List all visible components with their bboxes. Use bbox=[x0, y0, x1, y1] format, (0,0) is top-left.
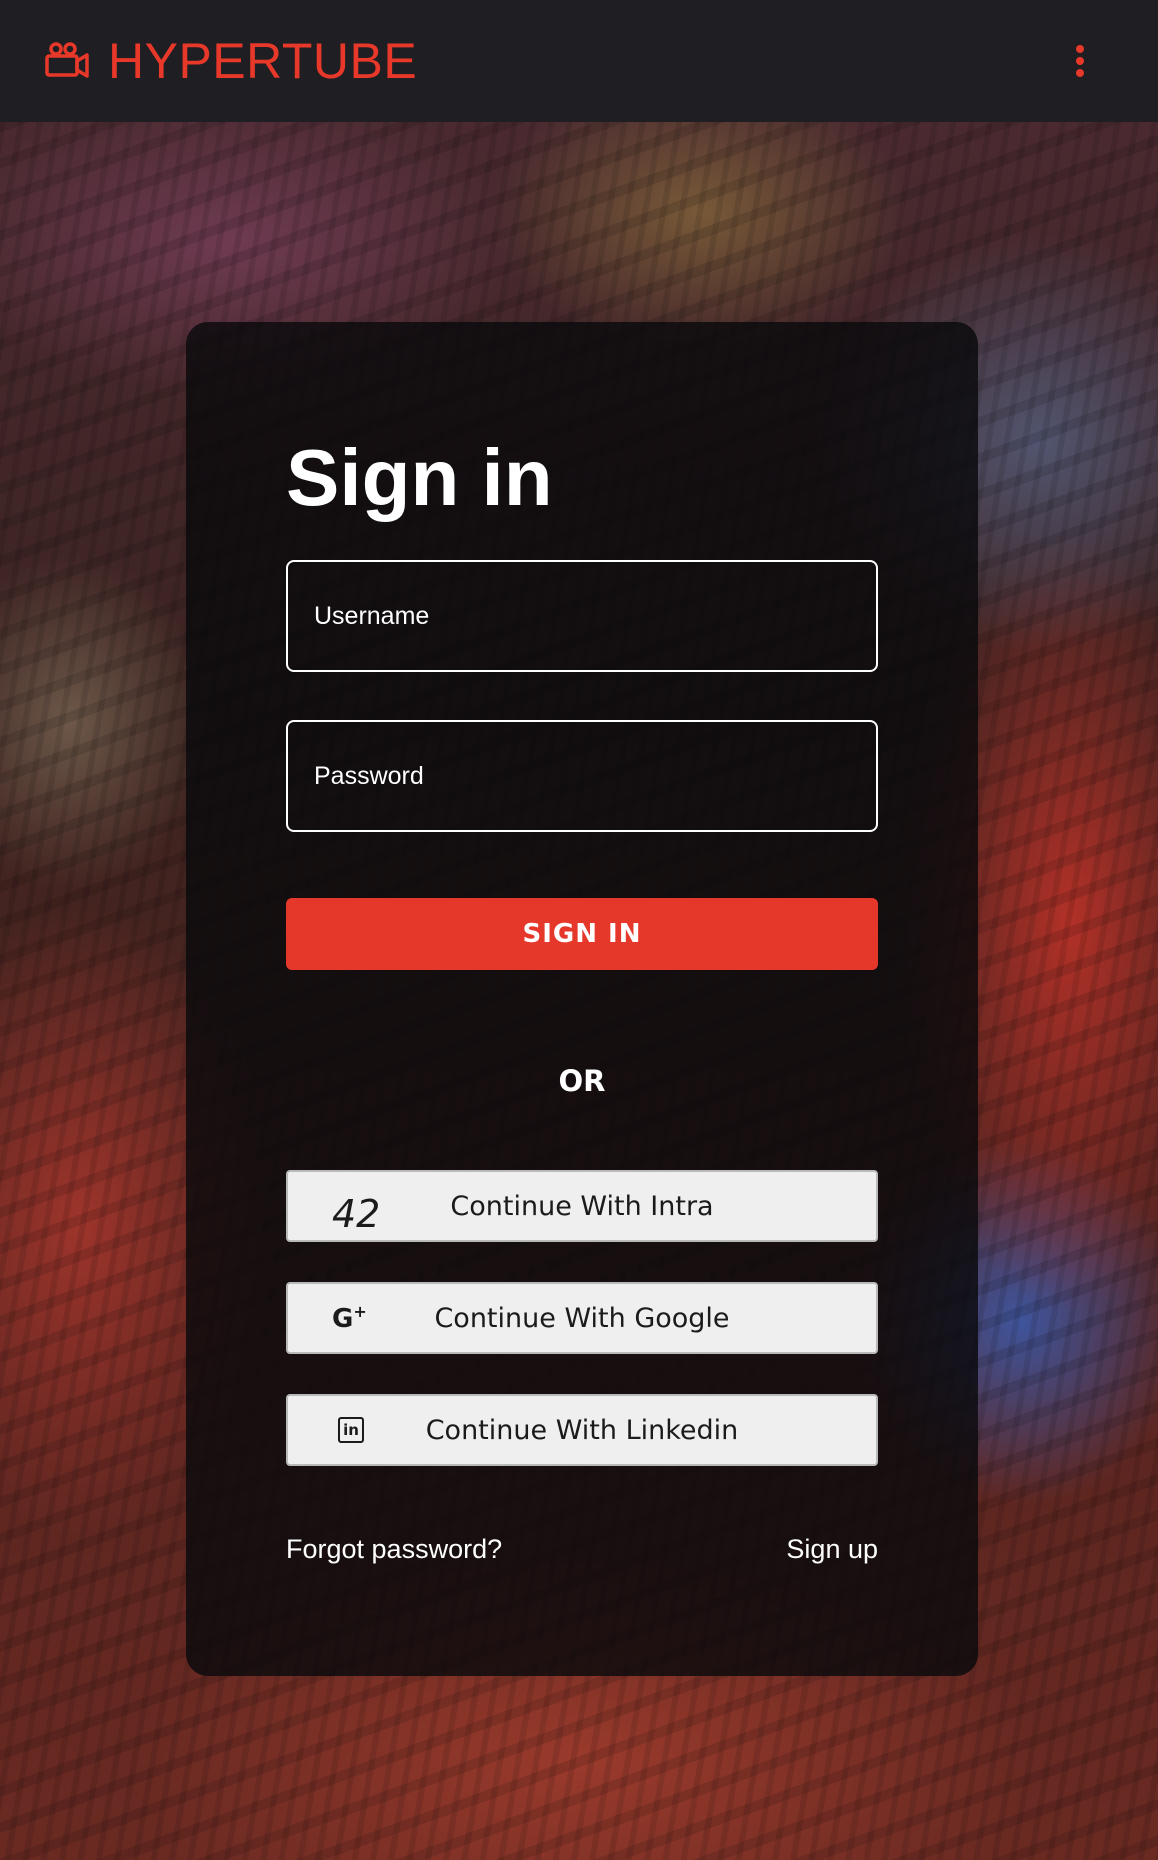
video-camera-icon bbox=[45, 42, 89, 78]
intra-42-icon: 42 bbox=[332, 1192, 381, 1236]
linkedin-icon: in bbox=[338, 1417, 364, 1443]
top-app-bar: HYPERTUBE bbox=[0, 0, 1158, 122]
linkedin-button-label: Continue With Linkedin bbox=[425, 1414, 739, 1446]
intra-button-label: Continue With Intra bbox=[450, 1190, 714, 1222]
google-icon-plus: + bbox=[353, 1302, 367, 1322]
menu-dot bbox=[1076, 45, 1084, 53]
continue-with-linkedin-button[interactable]: in Continue With Linkedin bbox=[286, 1394, 878, 1466]
menu-dot bbox=[1076, 57, 1084, 65]
username-input[interactable] bbox=[286, 560, 878, 672]
sign-in-button[interactable]: SIGN IN bbox=[286, 898, 878, 970]
brand-name: HYPERTUBE bbox=[108, 33, 418, 89]
forgot-password-link[interactable]: Forgot password? bbox=[286, 1534, 502, 1565]
google-plus-icon: G+ bbox=[332, 1302, 367, 1334]
google-icon-letter: G bbox=[332, 1303, 354, 1334]
password-input[interactable] bbox=[286, 720, 878, 832]
sign-up-link[interactable]: Sign up bbox=[786, 1534, 878, 1565]
more-vertical-icon[interactable] bbox=[1070, 41, 1090, 81]
signin-card: Sign in SIGN IN OR 42 Continue With Intr… bbox=[186, 322, 978, 1676]
continue-with-intra-button[interactable]: 42 Continue With Intra bbox=[286, 1170, 878, 1242]
google-button-label: Continue With Google bbox=[434, 1302, 730, 1334]
continue-with-google-button[interactable]: G+ Continue With Google bbox=[286, 1282, 878, 1354]
brand[interactable]: HYPERTUBE bbox=[44, 32, 417, 90]
menu-dot bbox=[1076, 69, 1084, 77]
or-divider: OR bbox=[558, 1064, 606, 1098]
page-title: Sign in bbox=[286, 433, 553, 522]
